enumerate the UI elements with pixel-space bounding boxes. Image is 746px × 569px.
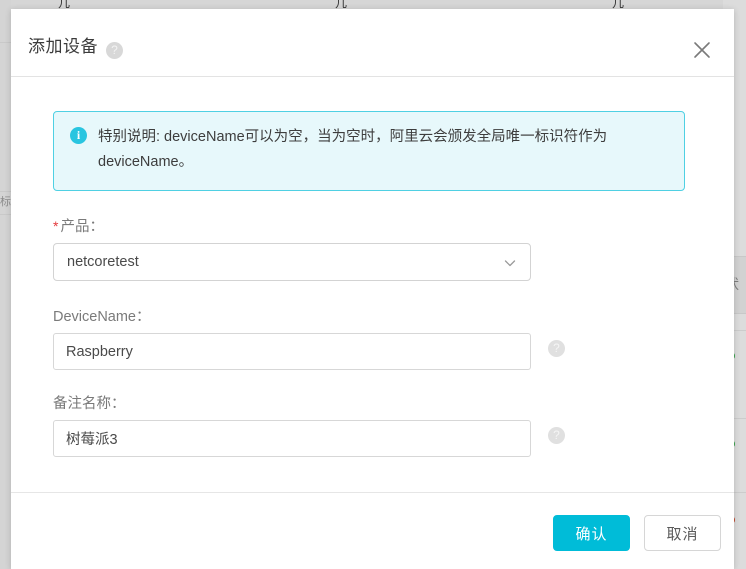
help-icon[interactable]: ? xyxy=(548,427,565,444)
dialog-footer: 确认 取消 xyxy=(11,492,734,569)
field-device-name: DeviceName： ? xyxy=(53,305,531,370)
field-remark-name: 备注名称： ? xyxy=(53,392,531,457)
cancel-button[interactable]: 取消 xyxy=(644,515,721,551)
confirm-button[interactable]: 确认 xyxy=(553,515,630,551)
info-icon: i xyxy=(70,127,87,144)
add-device-dialog: 添加设备 ? i 特别说明: deviceName可以为空，当为空时，阿里云会颁… xyxy=(11,9,734,569)
product-select-value: netcoretest xyxy=(67,244,139,280)
background-left-strip: 标 xyxy=(0,0,11,569)
remark-name-input[interactable] xyxy=(53,420,531,457)
close-icon[interactable] xyxy=(690,38,714,62)
required-marker: * xyxy=(53,218,58,234)
field-label-device-name: DeviceName： xyxy=(53,305,531,326)
field-product: *产品： netcoretest xyxy=(53,215,531,281)
background-tick-mark: 几 xyxy=(58,0,72,9)
field-label-product: *产品： xyxy=(53,215,531,236)
dialog-header: 添加设备 ? xyxy=(11,9,734,77)
background-left-divider xyxy=(0,214,11,215)
field-label-remark-name: 备注名称： xyxy=(53,392,531,413)
help-icon[interactable]: ? xyxy=(548,340,565,357)
background-tick-mark: 几 xyxy=(612,0,626,9)
dialog-title: 添加设备 xyxy=(28,32,98,57)
help-icon[interactable]: ? xyxy=(106,42,123,59)
product-select[interactable]: netcoretest xyxy=(53,243,531,281)
background-left-divider xyxy=(0,42,11,43)
background-left-divider xyxy=(0,191,11,192)
device-name-input[interactable] xyxy=(53,333,531,370)
background-left-label: 标 xyxy=(0,196,11,209)
background-tick-mark: 几 xyxy=(335,0,349,9)
dialog-body: i 特别说明: deviceName可以为空，当为空时，阿里云会颁发全局唯一标识… xyxy=(11,77,734,491)
info-banner: i 特别说明: deviceName可以为空，当为空时，阿里云会颁发全局唯一标识… xyxy=(53,111,685,191)
chevron-down-icon xyxy=(502,255,518,271)
field-label-product-text: 产品： xyxy=(60,219,104,235)
info-banner-text: 特别说明: deviceName可以为空，当为空时，阿里云会颁发全局唯一标识符作… xyxy=(98,125,670,175)
